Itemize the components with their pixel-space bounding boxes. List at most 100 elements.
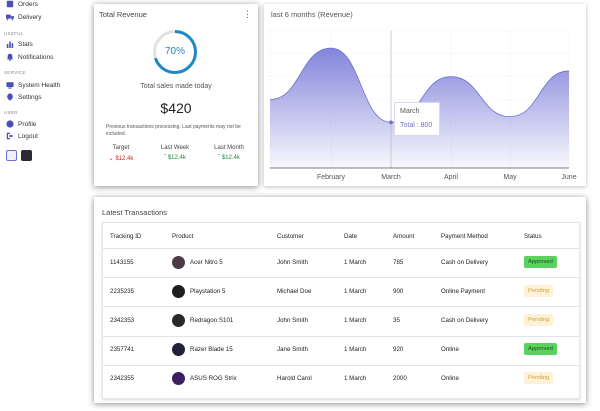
- last-month-label: Last Month: [214, 145, 244, 151]
- chart-tooltip: March Total : 800: [394, 102, 440, 136]
- last-month-stat: Last Month ˆ $12.4k: [204, 145, 254, 161]
- product-name: Redragon S101: [190, 317, 234, 324]
- section-user: USER: [4, 110, 18, 115]
- product-image: [172, 284, 185, 298]
- product-name: ASUS ROG Strix: [190, 375, 237, 383]
- x-tick-label: February: [317, 174, 346, 181]
- total-revenue-card: Total Revenue ⋮ 70% Total sales made tod…: [94, 4, 258, 186]
- date-cell: 1 March: [344, 287, 367, 295]
- revenue-subtitle: Total sales made today: [140, 83, 212, 90]
- row-divider: [103, 335, 579, 337]
- product-image: [172, 255, 185, 269]
- last-month-value: ˆ $12.4k: [218, 155, 240, 161]
- chevron-up-icon: ˆ: [164, 155, 167, 161]
- sidebar-item-label: Delivery: [18, 13, 42, 21]
- payment-method: Cash on Delivery: [441, 258, 489, 266]
- column-header: Product: [172, 233, 194, 240]
- status-badge: Approved: [524, 255, 557, 268]
- tooltip-category: March: [400, 108, 420, 115]
- sidebar-item-label: Orders: [18, 0, 38, 8]
- bell-icon: [6, 53, 14, 61]
- product-image: [172, 343, 185, 357]
- sidebar-item-label: Settings: [18, 93, 42, 101]
- amount-cell: 785: [393, 258, 404, 266]
- amount-cell: 920: [393, 346, 404, 354]
- chevron-up-icon: ˆ: [218, 155, 221, 161]
- logout-icon: [6, 132, 14, 140]
- customer-name: John Smith: [277, 258, 308, 266]
- revenue-area-chart[interactable]: February March April May June: [264, 4, 586, 186]
- sidebar-item-system-health[interactable]: System Health: [6, 81, 60, 89]
- row-divider: [103, 248, 579, 249]
- revenue-chart-card: last 6 months (Revenue) February March Apr…: [264, 4, 586, 186]
- sidebar-item-label: Profile: [18, 120, 37, 128]
- transactions-table: Tracking ID Product Customer Date Amount Paym…: [102, 222, 580, 399]
- tracking-id: 1143155: [110, 258, 134, 266]
- column-header: Customer: [277, 233, 304, 240]
- dark-theme-swatch[interactable]: [21, 150, 32, 161]
- sidebar-item-stats[interactable]: Stats: [6, 40, 33, 48]
- sidebar-item-profile[interactable]: Profile: [6, 120, 36, 128]
- product-image: [172, 372, 185, 386]
- revenue-note: Previous transactions processing. Last p…: [106, 124, 241, 137]
- date-cell: 1 March: [344, 375, 367, 383]
- product-name: Razer Blade 15: [190, 346, 233, 354]
- section-service: SERVICE: [4, 70, 26, 75]
- row-divider: [103, 364, 579, 366]
- payment-method: Online Payment: [441, 287, 486, 295]
- sidebar-item-logout[interactable]: Logout: [6, 132, 38, 140]
- revenue-percent: 70%: [164, 46, 185, 57]
- tracking-id: 2342355: [110, 375, 135, 383]
- date-cell: 1 March: [344, 258, 367, 266]
- column-header: Status: [524, 233, 542, 240]
- bar-chart-icon: [6, 40, 14, 48]
- payment-method: Online: [441, 346, 459, 354]
- last-week-value: ˆ $12.4k: [164, 155, 186, 161]
- sidebar-item-label: Notifications: [18, 53, 54, 61]
- date-cell: 1 March: [344, 317, 367, 324]
- customer-name: Harold Carol: [277, 375, 312, 383]
- truck-icon: [6, 13, 14, 21]
- amount-cell: 35: [393, 317, 400, 324]
- x-tick-label: May: [503, 174, 517, 181]
- sidebar-item-delivery[interactable]: Delivery: [6, 13, 41, 21]
- user-icon: [6, 120, 14, 128]
- payment-method: Cash on Delivery: [441, 317, 489, 324]
- x-tick-label: March: [381, 174, 401, 181]
- column-header: Date: [344, 233, 358, 240]
- sidebar-item-notifications[interactable]: Notifications: [6, 53, 53, 61]
- sidebar-item-label: Stats: [18, 40, 33, 48]
- more-options-icon[interactable]: ⋮: [243, 9, 252, 20]
- status-badge: Pending: [524, 372, 554, 385]
- sidebar-item-label: Logout: [18, 132, 38, 140]
- transactions-card: Latest Transactions Tracking ID Product Cu…: [94, 197, 586, 403]
- tracking-id: 2235235: [110, 287, 135, 295]
- sidebar-item-settings[interactable]: Settings: [6, 93, 42, 101]
- row-divider: [103, 306, 579, 308]
- target-value: ⌄ $12.4k: [108, 156, 134, 162]
- customer-name: Michael Doe: [277, 287, 312, 295]
- sidebar-item-orders[interactable]: Orders: [6, 0, 38, 8]
- revenue-amount: $420: [160, 100, 192, 116]
- tracking-id: 2342353: [110, 317, 135, 324]
- last-week-label: Last Week: [160, 145, 190, 151]
- sidebar-item-label: System Health: [18, 81, 61, 89]
- row-divider: [103, 277, 579, 279]
- product-image: [172, 314, 185, 327]
- revenue-title: Total Revenue: [99, 10, 147, 19]
- tooltip-value: Total : 800: [400, 122, 433, 129]
- amount-cell: 900: [393, 287, 404, 295]
- column-header: Payment Method: [441, 233, 488, 240]
- product-name: Acer Nitro 5: [190, 258, 223, 266]
- status-badge: Pending: [524, 284, 554, 297]
- light-theme-swatch[interactable]: [6, 150, 17, 161]
- tracking-id: 2357741: [110, 346, 135, 354]
- status-badge: Pending: [524, 314, 554, 326]
- chart-point: [389, 120, 393, 125]
- customer-name: Jane Smith: [277, 346, 308, 354]
- date-cell: 1 March: [344, 346, 367, 354]
- column-header: Amount: [393, 233, 415, 240]
- last-week-stat: Last Week ˆ $12.4k: [150, 145, 200, 161]
- customer-name: John Smith: [277, 317, 308, 324]
- transactions-title: Latest Transactions: [102, 208, 168, 217]
